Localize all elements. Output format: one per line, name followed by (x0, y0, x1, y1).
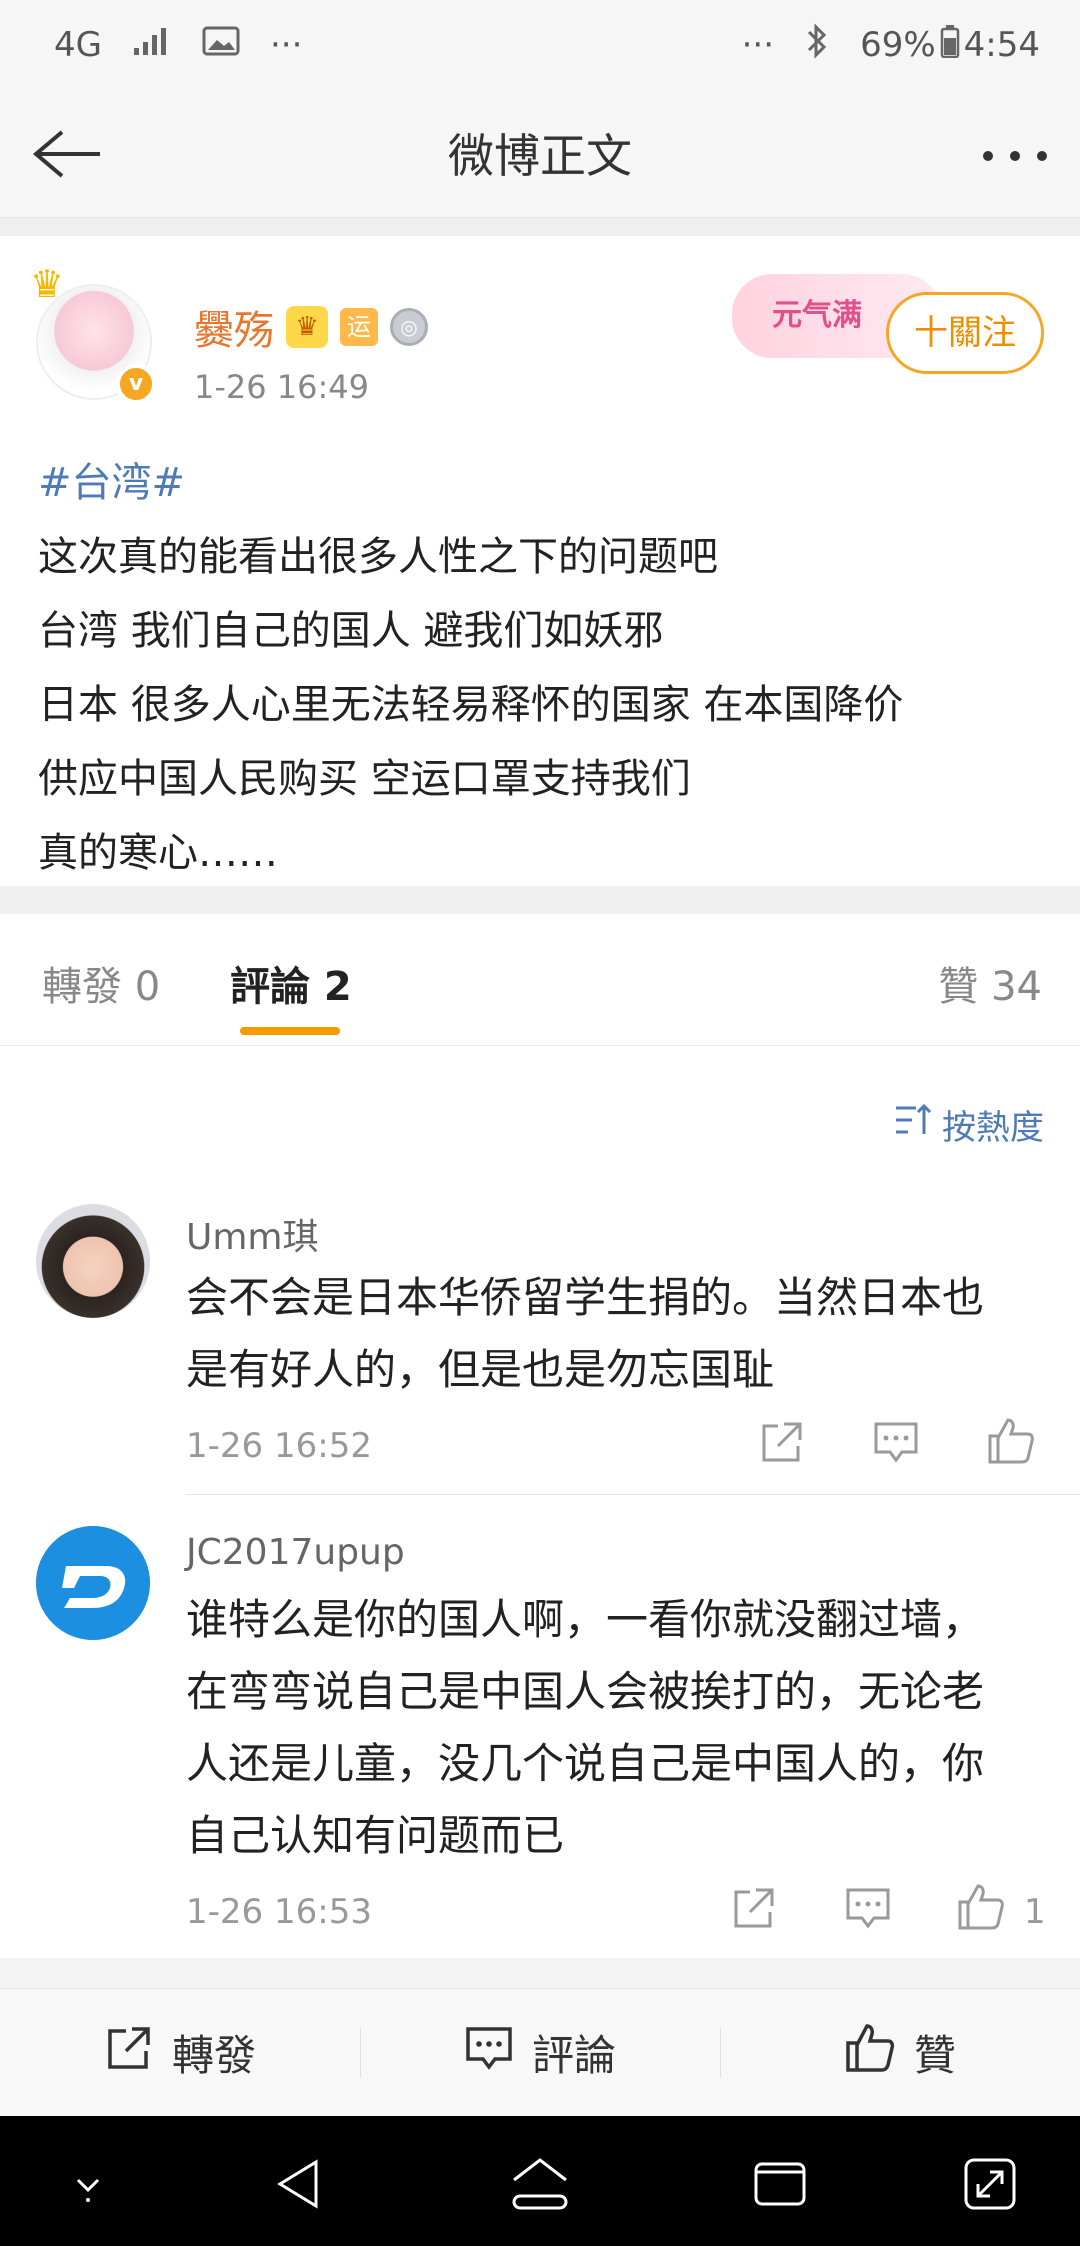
comment-time: 1-26 16:52 (186, 1426, 372, 1466)
comment-line: 在弯弯说自己是中国人会被挨打的，无论老 (186, 1667, 985, 1716)
status-more-right-icon: ··· (741, 25, 775, 65)
list-end-spacer (0, 1958, 1080, 1988)
nav-home-icon[interactable] (510, 2156, 568, 2212)
reply-icon[interactable] (844, 1884, 892, 1932)
tab-comments[interactable]: 評論 2 (230, 954, 352, 1012)
nav-bar: 微博正文 (0, 90, 1080, 218)
follow-button[interactable]: 十關注 (886, 292, 1044, 374)
post-card: ♛ v 爨殇 ♛ 运 ◎ 1-26 16:49 元气满 十關注 #台湾# 这次真… (0, 218, 1080, 886)
nav-back-icon[interactable] (272, 2156, 328, 2212)
page-title: 微博正文 (448, 129, 632, 183)
nav-recents-icon[interactable] (752, 2156, 808, 2212)
status-bar: 4G ··· ··· 69% 4:54 (0, 0, 1080, 90)
commenter-avatar[interactable] (36, 1204, 150, 1318)
sort-label: 按熱度 (942, 1108, 1044, 1148)
comment-button[interactable]: 評論 (360, 2022, 720, 2083)
nav-expand-icon[interactable] (962, 2156, 1018, 2212)
commenter-name[interactable]: Umm琪 (186, 1208, 319, 1260)
bottom-action-bar: 轉發 評論 贊 (0, 1988, 1080, 2116)
post-line: 这次真的能看出很多人性之下的问题吧 (38, 534, 718, 580)
share-icon[interactable] (730, 1884, 778, 1932)
sort-icon (894, 1102, 934, 1147)
post-line: 日本 很多人心里无法轻易释怀的国家 在本国降价 (38, 682, 904, 728)
comment-line: 谁特么是你的国人啊，一看你就没翻过墙， (186, 1595, 985, 1644)
battery-percent: 69% (860, 25, 936, 65)
badge-yun[interactable]: 运 (340, 308, 378, 346)
like-count: 1 (1024, 1892, 1046, 1932)
comment-text: 谁特么是你的国人啊，一看你就没翻过墙， 在弯弯说自己是中国人会被挨打的，无论老 … (186, 1584, 1046, 1872)
username-row: 爨殇 ♛ 运 ◎ (194, 298, 428, 356)
network-icon: 4G (54, 25, 102, 65)
post-line: 供应中国人民购买 空运口罩支持我们 (38, 756, 691, 802)
section-divider (0, 886, 1080, 914)
like-label: 贊 (913, 2031, 956, 2080)
reply-icon[interactable] (872, 1418, 920, 1466)
medal-icon[interactable]: ◎ (390, 308, 428, 346)
like-icon[interactable] (986, 1416, 1034, 1464)
crown-icon: ♛ (30, 262, 65, 306)
repost-label: 轉發 (171, 2031, 256, 2080)
battery-icon (940, 24, 960, 67)
comment-line: 人还是儿童，没几个说自己是中国人的，你 (186, 1739, 985, 1788)
active-tab-indicator (240, 1027, 340, 1035)
hashtag-link[interactable]: #台湾# (38, 446, 1048, 520)
comment-text: 会不会是日本华侨留学生捐的。当然日本也 是有好人的，但是也是勿忘国耻 (186, 1262, 1046, 1406)
commenter-avatar[interactable] (36, 1526, 150, 1640)
image-icon (202, 25, 240, 65)
post-line: 真的寒心…… (38, 830, 278, 876)
repost-button[interactable]: 轉發 (0, 2022, 360, 2083)
post-username[interactable]: 爨殇 (194, 298, 274, 356)
comment-line: 是有好人的，但是也是勿忘国耻 (186, 1345, 775, 1394)
like-icon[interactable] (956, 1882, 1004, 1930)
thumbs-up-icon (844, 2022, 896, 2084)
more-options-icon[interactable] (980, 122, 1050, 178)
sort-by-hot-button[interactable]: 按熱度 (894, 1100, 1044, 1149)
commenter-name[interactable]: JC2017upup (186, 1532, 405, 1573)
comment-icon (464, 2023, 514, 2083)
like-button[interactable]: 贊 (720, 2022, 1080, 2084)
comment-divider (186, 1494, 1080, 1495)
comment-line: 会不会是日本华侨留学生捐的。当然日本也 (186, 1273, 985, 1322)
status-more-icon: ··· (269, 25, 303, 65)
signal-icon (132, 25, 172, 65)
comment-time: 1-26 16:53 (186, 1892, 372, 1932)
post-body: #台湾# 这次真的能看出很多人性之下的问题吧 台湾 我们自己的国人 避我们如妖邪… (38, 446, 1048, 890)
interaction-tabs: 轉發 0 評論 2 贊 34 (0, 914, 1080, 1046)
repost-icon (104, 2023, 154, 2083)
share-icon[interactable] (758, 1418, 806, 1466)
comment-line: 自己认知有问题而已 (186, 1811, 565, 1860)
comment-item: Umm琪 会不会是日本华侨留学生捐的。当然日本也 是有好人的，但是也是勿忘国耻 … (0, 1198, 1080, 1498)
tab-likes[interactable]: 贊 34 (938, 954, 1042, 1012)
system-navigation-bar (0, 2116, 1080, 2246)
comment-item: JC2017upup 谁特么是你的国人啊，一看你就没翻过墙， 在弯弯说自己是中国… (0, 1522, 1080, 1958)
post-time: 1-26 16:49 (194, 368, 370, 406)
comment-label: 評論 (531, 2031, 616, 2080)
verified-icon: v (116, 364, 156, 404)
member-crown-icon[interactable]: ♛ (286, 306, 328, 348)
post-line: 台湾 我们自己的国人 避我们如妖邪 (38, 608, 664, 654)
post-avatar[interactable]: ♛ v (30, 262, 156, 404)
hide-nav-chevron-icon[interactable] (60, 2156, 116, 2212)
bluetooth-icon (804, 22, 830, 68)
clock: 4:54 (963, 25, 1040, 65)
tab-repost[interactable]: 轉發 0 (42, 954, 160, 1012)
